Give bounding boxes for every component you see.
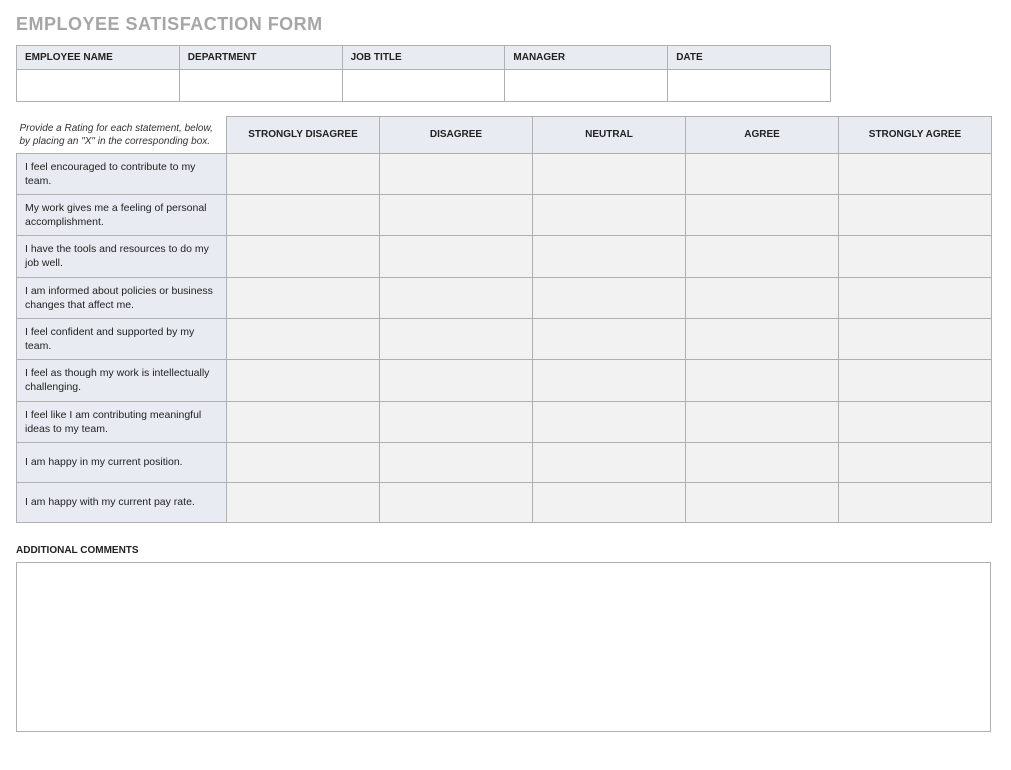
- input-department[interactable]: [179, 70, 342, 102]
- rating-cell-3-0[interactable]: [227, 277, 380, 318]
- rating-cell-1-3[interactable]: [686, 194, 839, 235]
- statement-6: I feel like I am contributing meaningful…: [17, 401, 227, 442]
- scale-strongly-disagree: STRONGLY DISAGREE: [227, 117, 380, 154]
- rating-cell-6-3[interactable]: [686, 401, 839, 442]
- rating-instruction: Provide a Rating for each statement, bel…: [18, 118, 228, 152]
- rating-table: Provide a Rating for each statement, bel…: [16, 116, 992, 523]
- header-employee-name: EMPLOYEE NAME: [17, 46, 180, 70]
- scale-neutral: NEUTRAL: [533, 117, 686, 154]
- rating-cell-5-3[interactable]: [686, 360, 839, 401]
- rating-cell-1-4[interactable]: [839, 194, 992, 235]
- rating-cell-4-2[interactable]: [533, 318, 686, 359]
- rating-cell-5-0[interactable]: [227, 360, 380, 401]
- statement-7: I am happy in my current position.: [17, 442, 227, 482]
- rating-cell-0-4[interactable]: [839, 153, 992, 194]
- statement-2: I have the tools and resources to do my …: [17, 236, 227, 277]
- rating-cell-7-3[interactable]: [686, 442, 839, 482]
- statement-0: I feel encouraged to contribute to my te…: [17, 153, 227, 194]
- statement-8: I am happy with my current pay rate.: [17, 482, 227, 522]
- rating-cell-5-4[interactable]: [839, 360, 992, 401]
- header-job-title: JOB TITLE: [342, 46, 505, 70]
- statement-1: My work gives me a feeling of personal a…: [17, 194, 227, 235]
- rating-cell-3-3[interactable]: [686, 277, 839, 318]
- rating-cell-0-1[interactable]: [380, 153, 533, 194]
- rating-cell-1-0[interactable]: [227, 194, 380, 235]
- rating-cell-0-2[interactable]: [533, 153, 686, 194]
- rating-cell-8-2[interactable]: [533, 482, 686, 522]
- rating-cell-2-0[interactable]: [227, 236, 380, 277]
- comments-textarea[interactable]: [16, 562, 991, 732]
- rating-cell-3-4[interactable]: [839, 277, 992, 318]
- rating-cell-8-1[interactable]: [380, 482, 533, 522]
- scale-disagree: DISAGREE: [380, 117, 533, 154]
- comments-label: ADDITIONAL COMMENTS: [16, 545, 995, 556]
- input-date[interactable]: [668, 70, 831, 102]
- rating-cell-4-1[interactable]: [380, 318, 533, 359]
- header-manager: MANAGER: [505, 46, 668, 70]
- rating-cell-8-4[interactable]: [839, 482, 992, 522]
- rating-cell-1-2[interactable]: [533, 194, 686, 235]
- employee-info-table: EMPLOYEE NAME DEPARTMENT JOB TITLE MANAG…: [16, 45, 831, 102]
- rating-cell-0-0[interactable]: [227, 153, 380, 194]
- rating-cell-6-0[interactable]: [227, 401, 380, 442]
- rating-cell-3-1[interactable]: [380, 277, 533, 318]
- rating-cell-1-1[interactable]: [380, 194, 533, 235]
- header-date: DATE: [668, 46, 831, 70]
- header-department: DEPARTMENT: [179, 46, 342, 70]
- rating-cell-5-1[interactable]: [380, 360, 533, 401]
- rating-cell-7-4[interactable]: [839, 442, 992, 482]
- input-job-title[interactable]: [342, 70, 505, 102]
- rating-cell-5-2[interactable]: [533, 360, 686, 401]
- rating-cell-2-1[interactable]: [380, 236, 533, 277]
- rating-cell-6-1[interactable]: [380, 401, 533, 442]
- rating-cell-6-4[interactable]: [839, 401, 992, 442]
- rating-cell-3-2[interactable]: [533, 277, 686, 318]
- scale-agree: AGREE: [686, 117, 839, 154]
- rating-rows: I feel encouraged to contribute to my te…: [17, 153, 992, 522]
- rating-cell-7-1[interactable]: [380, 442, 533, 482]
- rating-cell-2-4[interactable]: [839, 236, 992, 277]
- rating-cell-7-0[interactable]: [227, 442, 380, 482]
- statement-4: I feel confident and supported by my tea…: [17, 318, 227, 359]
- rating-cell-8-0[interactable]: [227, 482, 380, 522]
- statement-5: I feel as though my work is intellectual…: [17, 360, 227, 401]
- rating-cell-0-3[interactable]: [686, 153, 839, 194]
- form-title: EMPLOYEE SATISFACTION FORM: [16, 14, 995, 35]
- input-employee-name[interactable]: [17, 70, 180, 102]
- rating-cell-4-0[interactable]: [227, 318, 380, 359]
- rating-cell-4-3[interactable]: [686, 318, 839, 359]
- rating-cell-6-2[interactable]: [533, 401, 686, 442]
- rating-cell-4-4[interactable]: [839, 318, 992, 359]
- scale-strongly-agree: STRONGLY AGREE: [839, 117, 992, 154]
- rating-cell-2-2[interactable]: [533, 236, 686, 277]
- statement-3: I am informed about policies or business…: [17, 277, 227, 318]
- rating-cell-8-3[interactable]: [686, 482, 839, 522]
- rating-cell-2-3[interactable]: [686, 236, 839, 277]
- rating-cell-7-2[interactable]: [533, 442, 686, 482]
- input-manager[interactable]: [505, 70, 668, 102]
